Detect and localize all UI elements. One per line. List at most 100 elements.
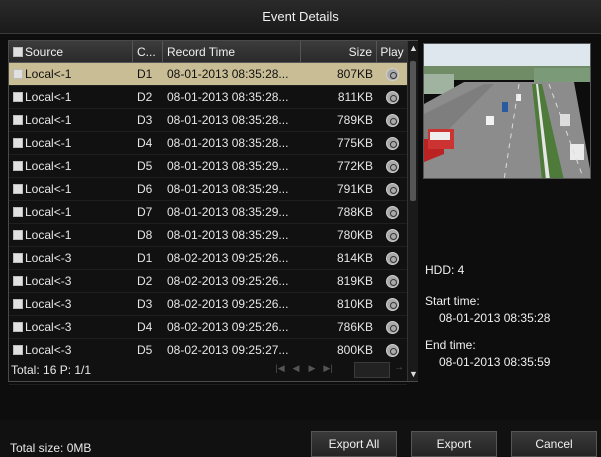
play-icon[interactable] — [385, 113, 399, 127]
page-number-input[interactable] — [354, 362, 390, 378]
row-channel: D4 — [137, 319, 153, 334]
scroll-up-arrow-icon[interactable]: ▲ — [408, 41, 419, 55]
play-icon[interactable] — [385, 274, 399, 288]
play-icon[interactable] — [385, 205, 399, 219]
table-row[interactable]: Local<-3 D2 08-02-2013 09:25:26... 819KB — [9, 270, 407, 293]
table-row[interactable]: Local<-3 D1 08-02-2013 09:25:26... 814KB — [9, 247, 407, 270]
row-checkbox[interactable] — [13, 92, 23, 102]
row-source-text: Local<-1 — [25, 227, 72, 242]
row-play[interactable] — [377, 224, 407, 247]
row-source-text: Local<-1 — [25, 112, 72, 127]
row-source: Local<-3 — [9, 316, 133, 339]
row-play[interactable] — [377, 63, 407, 86]
row-play[interactable] — [377, 201, 407, 224]
first-page-icon[interactable]: |◀ — [274, 363, 286, 374]
event-table: Source C... Record Time Size Play Local<… — [8, 40, 418, 385]
header-play[interactable]: Play — [377, 41, 407, 63]
next-page-icon[interactable]: ▶ — [306, 363, 318, 374]
header-source[interactable]: Source — [9, 41, 133, 63]
table-scrollbar[interactable]: ▲ ▼ — [407, 41, 418, 381]
row-source-text: Local<-3 — [25, 250, 72, 265]
row-checkbox[interactable] — [13, 345, 23, 355]
dialog-title: Event Details — [0, 0, 601, 34]
header-record-time[interactable]: Record Time — [163, 41, 301, 63]
row-size: 786KB — [336, 319, 373, 334]
export-button[interactable]: Export — [411, 431, 497, 457]
table-row[interactable]: Local<-1 D3 08-01-2013 08:35:28... 789KB — [9, 109, 407, 132]
go-page-icon[interactable]: → — [394, 362, 406, 373]
row-play[interactable] — [377, 270, 407, 293]
end-time-value: 08-01-2013 08:35:59 — [439, 355, 551, 369]
row-play[interactable] — [377, 155, 407, 178]
table-row[interactable]: Local<-3 D3 08-02-2013 09:25:26... 810KB — [9, 293, 407, 316]
row-play[interactable] — [377, 293, 407, 316]
table-row[interactable]: Local<-1 D2 08-01-2013 08:35:28... 811KB — [9, 86, 407, 109]
row-checkbox[interactable] — [13, 69, 23, 79]
row-play[interactable] — [377, 316, 407, 339]
row-checkbox[interactable] — [13, 253, 23, 263]
table-row[interactable]: Local<-3 D4 08-02-2013 09:25:26... 786KB — [9, 316, 407, 339]
row-record-time: 08-01-2013 08:35:29... — [167, 227, 289, 242]
row-checkbox[interactable] — [13, 299, 23, 309]
row-size: 791KB — [336, 181, 373, 196]
play-icon[interactable] — [385, 320, 399, 334]
table-row[interactable]: Local<-1 D5 08-01-2013 08:35:29... 772KB — [9, 155, 407, 178]
row-size: 814KB — [336, 250, 373, 265]
row-checkbox[interactable] — [13, 161, 23, 171]
table-row[interactable]: Local<-1 D4 08-01-2013 08:35:28... 775KB — [9, 132, 407, 155]
play-icon[interactable] — [385, 182, 399, 196]
prev-page-icon[interactable]: ◀ — [290, 363, 302, 374]
scroll-thumb[interactable] — [410, 61, 416, 201]
play-icon[interactable] — [385, 67, 399, 81]
play-icon[interactable] — [385, 136, 399, 150]
last-page-icon[interactable]: ▶| — [322, 363, 334, 374]
play-icon[interactable] — [385, 228, 399, 242]
row-play[interactable] — [377, 132, 407, 155]
table-footer: Total: 16 P: 1/1 |◀ ◀ ▶ ▶| → — [9, 359, 407, 381]
cancel-button[interactable]: Cancel — [511, 431, 597, 457]
row-channel: D1 — [137, 66, 153, 81]
row-size: 772KB — [336, 158, 373, 173]
export-all-button[interactable]: Export All — [311, 431, 397, 457]
row-checkbox[interactable] — [13, 322, 23, 332]
row-source: Local<-3 — [9, 293, 133, 316]
row-source-text: Local<-1 — [25, 66, 72, 81]
row-record-time: 08-02-2013 09:25:26... — [167, 273, 289, 288]
row-checkbox[interactable] — [13, 138, 23, 148]
table-row[interactable]: Local<-1 D6 08-01-2013 08:35:29... 791KB — [9, 178, 407, 201]
table-row[interactable]: Local<-1 D8 08-01-2013 08:35:29... 780KB — [9, 224, 407, 247]
table-row[interactable]: Local<-1 D7 08-01-2013 08:35:29... 788KB — [9, 201, 407, 224]
row-checkbox[interactable] — [13, 115, 23, 125]
row-record-time: 08-02-2013 09:25:26... — [167, 250, 289, 265]
row-checkbox[interactable] — [13, 184, 23, 194]
highway-preview-image — [424, 44, 590, 178]
row-source: Local<-1 — [9, 201, 133, 224]
row-play[interactable] — [377, 109, 407, 132]
header-size[interactable]: Size — [301, 41, 377, 63]
row-source: Local<-3 — [9, 247, 133, 270]
play-icon[interactable] — [385, 297, 399, 311]
play-icon[interactable] — [385, 251, 399, 265]
row-source: Local<-1 — [9, 109, 133, 132]
select-all-checkbox[interactable] — [13, 47, 23, 57]
row-checkbox[interactable] — [13, 207, 23, 217]
row-play[interactable] — [377, 86, 407, 109]
play-icon[interactable] — [385, 90, 399, 104]
row-record-time: 08-01-2013 08:35:28... — [167, 89, 289, 104]
row-size: 788KB — [336, 204, 373, 219]
row-play[interactable] — [377, 178, 407, 201]
table-body: Local<-1 D1 08-01-2013 08:35:28... 807KB Loc… — [9, 63, 407, 385]
play-icon[interactable] — [385, 159, 399, 173]
header-channel[interactable]: C... — [133, 41, 163, 63]
row-channel: D4 — [137, 135, 153, 150]
table-row[interactable]: Local<-1 D1 08-01-2013 08:35:28... 807KB — [9, 63, 407, 86]
row-checkbox[interactable] — [13, 276, 23, 286]
play-icon[interactable] — [385, 343, 399, 357]
row-play[interactable] — [377, 247, 407, 270]
row-record-time: 08-01-2013 08:35:28... — [167, 135, 289, 150]
row-size: 775KB — [336, 135, 373, 150]
scroll-down-arrow-icon[interactable]: ▼ — [408, 367, 419, 381]
row-record-time: 08-01-2013 08:35:28... — [167, 112, 289, 127]
row-checkbox[interactable] — [13, 230, 23, 240]
total-pages-label: Total: 16 P: 1/1 — [11, 363, 92, 377]
